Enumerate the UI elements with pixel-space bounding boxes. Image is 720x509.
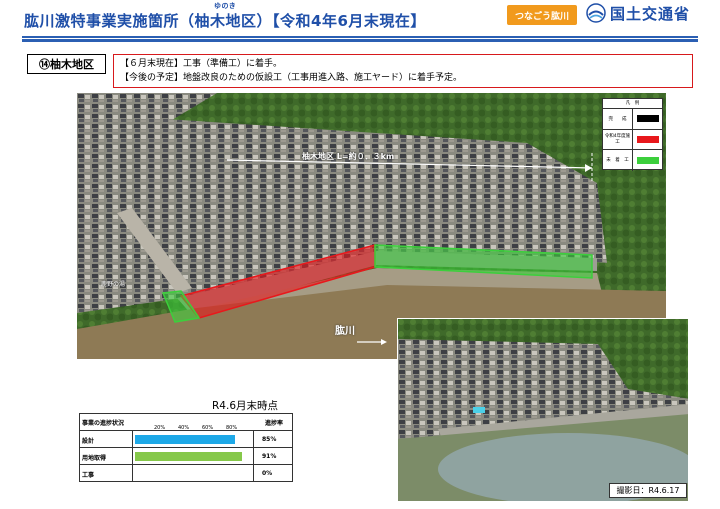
progress-bar-track — [132, 448, 254, 465]
progress-row-label: 設計 — [82, 438, 95, 445]
tsunago-logo: つなごう肱川 — [507, 5, 577, 25]
legend-item-label: 完 成 — [603, 109, 633, 129]
legend-item-notstarted: 未 着 工 — [603, 150, 662, 171]
progress-bar-track — [132, 431, 254, 448]
progress-table: 事業の進捗状況 20% 40% 60% 80% 進捗率 設計 85% 用地取得 … — [79, 413, 293, 482]
legend-swatch-black — [637, 115, 659, 123]
river-label: 肱川 — [335, 326, 355, 337]
legend-item-r4: 令和4年度施工 — [603, 129, 662, 150]
photo-date-label: 撮影日：R4.6.17 — [609, 483, 687, 498]
progress-row-label: 工事 — [82, 472, 95, 479]
progress-bar-land — [135, 452, 243, 461]
status-box: 【６月末現在】工事（準備工）に着手。 【今後の予定】地盤改良のための仮設工（工事… — [113, 54, 693, 88]
progress-bar-design — [135, 435, 236, 444]
progress-row-value: 0% — [262, 470, 273, 477]
progress-bar-track — [132, 465, 254, 482]
legend-item-label: 未 着 工 — [603, 150, 633, 171]
progress-rate-title: 進捗率 — [265, 420, 284, 427]
progress-column-title: 事業の進捗状況 — [82, 420, 125, 427]
legend-item-completed: 完 成 — [603, 109, 662, 130]
legend-swatch-green — [637, 156, 659, 164]
progress-row-construction: 工事 0% — [80, 465, 292, 482]
progress-row-label: 用地取得 — [82, 455, 107, 462]
status-current: 【６月末現在】工事（準備工）に着手。 — [120, 59, 283, 69]
progress-row-design: 設計 85% — [80, 431, 292, 448]
distance-label: 柚木地区 L=約０．３km — [302, 152, 395, 161]
header-divider — [22, 36, 698, 42]
title-bar: 肱川激特事業実施箇所（柚木地区）【令和4年6月末現在】 ゆのき つなごう肱川 国… — [0, 0, 720, 38]
title-ruby: ゆのき — [214, 2, 237, 10]
progress-row-value: 91% — [262, 453, 277, 460]
legend: 凡 例 完 成 令和4年度施工 未 着 工 — [602, 98, 663, 171]
mlit-logo-icon — [586, 3, 606, 23]
progress-row-land: 用地取得 91% — [80, 448, 292, 465]
progress-caption: R4.6月末時点 — [212, 400, 278, 412]
district-label: ⑭柚木地区 — [27, 54, 106, 74]
inset-photo-illustration — [398, 319, 688, 501]
legend-item-label: 令和4年度施工 — [603, 129, 633, 149]
status-plan: 【今後の予定】地盤改良のための仮設工（工事用進入路、施工ヤード）に着手予定。 — [120, 73, 463, 83]
ministry-name: 国土交通省 — [610, 5, 691, 23]
progress-header: 事業の進捗状況 20% 40% 60% 80% 進捗率 — [80, 414, 292, 431]
page-title: 肱川激特事業実施箇所（柚木地区）【令和4年6月末現在】 ゆのき — [24, 2, 426, 30]
legend-title: 凡 例 — [603, 99, 662, 109]
hotel-label: 鹿野の湯 — [101, 281, 126, 288]
progress-row-value: 85% — [262, 436, 277, 443]
legend-swatch-red — [637, 135, 659, 143]
inset-photo — [397, 318, 689, 502]
